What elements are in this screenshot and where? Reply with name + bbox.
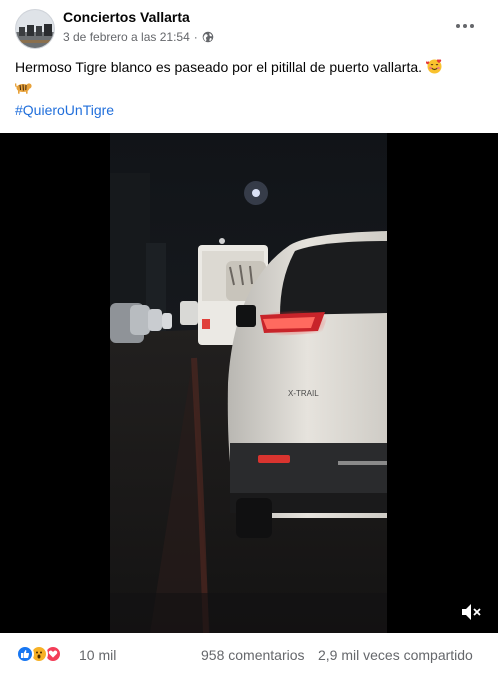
tiger-emoji (14, 79, 32, 100)
smiling-face-with-hearts-emoji (425, 58, 443, 79)
post-timestamp[interactable]: 3 de febrero a las 21:54 (63, 30, 190, 44)
globe-icon[interactable] (202, 31, 214, 43)
post-meta: 3 de febrero a las 21:54 · (63, 30, 214, 44)
avatar-image (16, 10, 54, 48)
post-header: Conciertos Vallarta 3 de febrero a las 2… (0, 0, 498, 52)
reaction-count[interactable]: 10 mil (79, 647, 116, 663)
caption-text: Hermoso Tigre blanco es paseado por el p… (15, 59, 423, 76)
reactions-summary[interactable] (16, 645, 62, 663)
car-badge: X-TRAIL (288, 389, 319, 398)
comments-count-link[interactable]: 958 comentarios (201, 647, 305, 663)
mute-button[interactable] (458, 599, 484, 625)
more-options-icon (456, 24, 474, 28)
shares-count-link[interactable]: 2,9 mil veces compartido (318, 647, 473, 663)
post-caption: Hermoso Tigre blanco es paseado por el p… (14, 58, 485, 100)
facebook-post: Conciertos Vallarta 3 de febrero a las 2… (0, 0, 498, 673)
page-avatar[interactable] (15, 9, 55, 49)
post-footer: 10 mil 958 comentarios 2,9 mil veces com… (0, 633, 498, 673)
hashtag-link[interactable]: #QuieroUnTigre (15, 102, 114, 118)
more-options-button[interactable] (449, 10, 481, 42)
muted-speaker-icon (462, 604, 481, 620)
like-icon (16, 645, 34, 663)
video-frame: X-TRAIL (110, 133, 387, 633)
video-player[interactable]: X-TRAIL (0, 133, 498, 633)
meta-separator: · (193, 30, 198, 44)
page-name-link[interactable]: Conciertos Vallarta (63, 9, 190, 25)
